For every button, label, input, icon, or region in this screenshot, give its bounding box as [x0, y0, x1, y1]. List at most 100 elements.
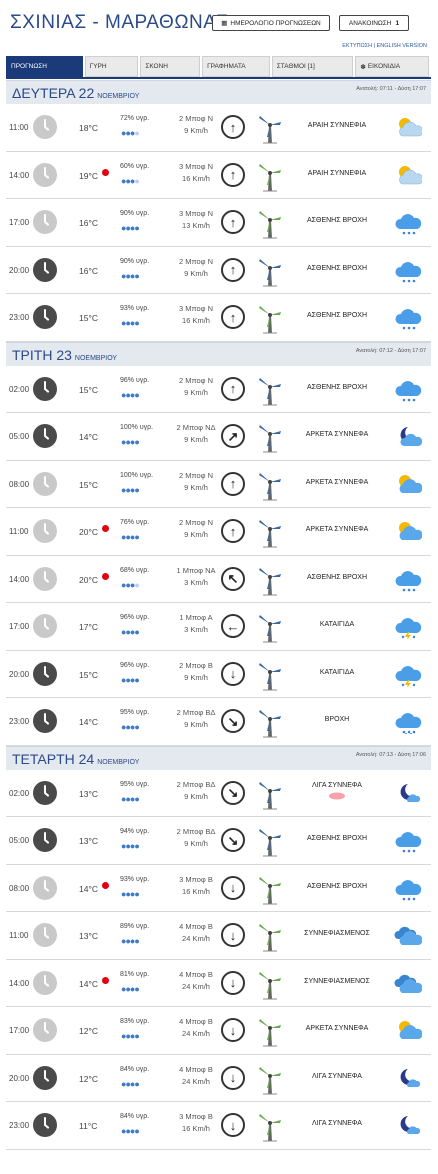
forecast-row: 17:00 12°C 83% υγρ. ●●●● 4 Μποφ Β 24 Km/h ↓ ΑΡΚ… [6, 1007, 431, 1055]
weather-condition: ΛΙΓΑ ΣΥΝΝΕΦΑ [287, 782, 387, 800]
wind-direction-icon: ↘ [221, 828, 245, 852]
max-temp-indicator [102, 168, 109, 176]
announcements-button[interactable]: ΑΝΑΚΟΙΝΩΣΗ 1 [339, 15, 409, 31]
temperature: 13°C [79, 836, 98, 846]
wind-turbine-icon [257, 873, 283, 905]
weather-condition: ΑΡΚΕΤΑ ΣΥΝΝΕΦΑ [287, 479, 387, 486]
clock-icon [33, 566, 57, 591]
temperature: 19°C [79, 170, 98, 181]
wind-info: 2 Μποφ Ν 9 Km/h [172, 375, 220, 399]
wind-direction-icon: ↓ [221, 875, 245, 900]
wind-beaufort: 3 Μποφ Β [179, 1112, 213, 1121]
wind-info: 2 Μποφ Ν 9 Km/h [172, 517, 220, 541]
weather-sun-cloud2-icon [394, 1017, 423, 1043]
forecast-row: 23:00 15°C 93% υγρ. ●●●● 3 Μποφ Ν 16 Km/h ↑ ΑΣΘ… [6, 294, 431, 342]
tab-4[interactable]: ΣΤΑΘΜΟΙ [1] [271, 56, 354, 77]
wind-speed: 9 Km/h [184, 791, 208, 801]
weather-condition: ΚΑΤΑΙΓΙΔΑ [287, 669, 387, 676]
wind-direction-icon: ↘ [221, 709, 245, 733]
wind-speed: 16 Km/h [182, 316, 210, 325]
forecast-row: 02:00 15°C 96% υγρ. ●●●● 2 Μποφ Ν 9 Km/h ↑ ΑΣΘΕ… [6, 366, 431, 413]
wind-speed: 16 Km/h [182, 886, 210, 896]
tab-0[interactable]: ΠΡΟΓΝΩΣΗ [6, 56, 83, 77]
wind-direction-icon: ↑ [221, 471, 245, 496]
condition-label: ΚΑΤΑΙΓΙΔΑ [319, 668, 355, 676]
print-language-links[interactable]: ΕΚΤΥΠΩΣΗ | ENGLISH VERSION [342, 43, 427, 49]
condition-label: ΑΣΘΕΝΗΣ ΒΡΟΧΗ [307, 312, 367, 319]
wind-beaufort: 1 Μποφ Α [179, 613, 213, 622]
wind-info: 3 Μποφ Ν 13 Km/h [172, 208, 220, 232]
wind-beaufort: 4 Μποφ Β [179, 969, 213, 979]
condition-label: ΒΡΟΧΗ [324, 716, 350, 723]
condition-label: ΑΡΚΕΤΑ ΣΥΝΝΕΦΑ [305, 1025, 369, 1032]
announcements-count: 1 [395, 19, 400, 27]
temperature: 13°C [79, 931, 98, 941]
clock-icon [33, 424, 57, 448]
forecast-calendar-button[interactable]: ▦ ΗΜΕΡΟΛΟΓΙΟ ΠΡΟΓΝΩΣΕΩΝ [212, 15, 330, 31]
wind-info: 2 Μποφ ΒΔ 9 Km/h [172, 826, 220, 850]
condition-label: ΑΡΚΕΤΑ ΣΥΝΝΕΦΑ [305, 431, 369, 438]
calendar-icon: ▦ [221, 20, 228, 27]
wind-turbine-icon [257, 160, 283, 192]
tab-3[interactable]: ΓΡΑΦΗΜΑΤΑ [202, 56, 270, 77]
wind-beaufort: 3 Μποφ Β [179, 874, 213, 884]
wind-beaufort: 2 Μποφ Ν [178, 470, 214, 480]
wind-info: 2 Μποφ Β 9 Km/h [172, 660, 220, 684]
wind-turbine-icon [257, 421, 283, 453]
condition-label: ΑΡΑΙΗ ΣΥΝΝΕΦΙΑ [307, 169, 367, 177]
wind-info: 2 Μποφ Ν 9 Km/h [172, 256, 220, 280]
temperature: 12°C [79, 1073, 98, 1084]
wind-beaufort: 3 Μποφ Ν [178, 304, 214, 313]
wind-speed: 9 Km/h [184, 482, 208, 492]
humidity: 96% υγρ. [120, 376, 150, 384]
tab-5[interactable]: ✽ ΕΙΚΟΝΙΔΙΑ [355, 56, 429, 77]
wind-beaufort: 2 Μποφ Ν [178, 518, 214, 527]
wind-direction-icon: ↑ [221, 210, 245, 234]
clock-icon [33, 305, 57, 329]
temperature: 15°C [79, 479, 98, 490]
humidity: 90% υγρ. [120, 257, 150, 265]
max-temp-indicator [102, 525, 109, 532]
humidity: 100% υγρ. [120, 471, 154, 479]
humidity-drops-icon: ●●●● [121, 936, 140, 946]
wind-direction-icon: ↑ [221, 162, 245, 187]
calendar-button-label: ΗΜΕΡΟΛΟΓΙΟ ΠΡΟΓΝΩΣΕΩΝ [230, 19, 321, 27]
wind-beaufort: 1 Μποφ ΝΑ [176, 565, 216, 575]
forecast-row: 17:00 16°C 90% υγρ. ●●●● 3 Μποφ Ν 13 Km/h ↑ ΑΣΘ… [6, 199, 431, 247]
wind-turbine-icon [257, 255, 283, 287]
weather-condition: ΑΣΘΕΝΗΣ ΒΡΟΧΗ [287, 312, 387, 319]
temperature: 14°C [79, 432, 98, 442]
humidity: 68% υγρ. [120, 566, 150, 574]
forecast-time: 14:00 [9, 574, 30, 584]
wind-speed: 16 Km/h [182, 1124, 210, 1133]
wind-turbine-icon [257, 374, 283, 406]
humidity: 72% υγρ. [120, 115, 150, 122]
wind-direction-icon: ↑ [221, 115, 245, 139]
tab-2[interactable]: ΣΚΟΝΗ [140, 56, 201, 77]
wind-info: 2 Μποφ ΒΔ 9 Km/h [172, 779, 220, 803]
clock-icon [33, 661, 57, 686]
humidity-drops-icon: ●●●● [121, 484, 140, 495]
wind-info: 2 Μποφ Ν 9 Km/h [172, 113, 220, 137]
forecast-row: 11:00 13°C 89% υγρ. ●●●● 4 Μποφ Β 24 Km/h ↓ ΣΥΝ… [6, 912, 431, 960]
forecast-time: 05:00 [9, 432, 30, 441]
wind-turbine-icon [257, 469, 283, 501]
condition-label: ΑΡΚΕΤΑ ΣΥΝΝΕΦΑ [305, 526, 369, 533]
weather-condition: ΑΣΘΕΝΗΣ ΒΡΟΧΗ [287, 883, 387, 890]
month-label: ΝΟΕΜΒΡΙΟΥ [97, 758, 140, 766]
weather-moon-small-icon [394, 1065, 422, 1091]
clock-icon [33, 828, 57, 852]
weather-clouds-icon [394, 970, 423, 996]
forecast-row: 23:00 11°C 84% υγρ. ●●●● 3 Μποφ Β 16 Km/h ↓ ΛΙΓ… [6, 1102, 431, 1150]
tab-1[interactable]: ΓΥΡΗ [84, 56, 139, 77]
clock-icon [33, 519, 57, 543]
condition-label: ΑΣΘΕΝΗΣ ΒΡΟΧΗ [307, 383, 367, 391]
wind-beaufort: 2 Μποφ Ν [178, 256, 214, 266]
wind-info: 3 Μποφ Β 16 Km/h [172, 874, 220, 898]
humidity: 60% υγρ. [120, 162, 150, 170]
max-temp-indicator [102, 572, 109, 580]
temperature: 15°C [79, 313, 98, 323]
temperature: 11°C [79, 1121, 98, 1131]
forecast-time: 02:00 [9, 384, 30, 394]
wind-speed: 24 Km/h [182, 1076, 210, 1086]
